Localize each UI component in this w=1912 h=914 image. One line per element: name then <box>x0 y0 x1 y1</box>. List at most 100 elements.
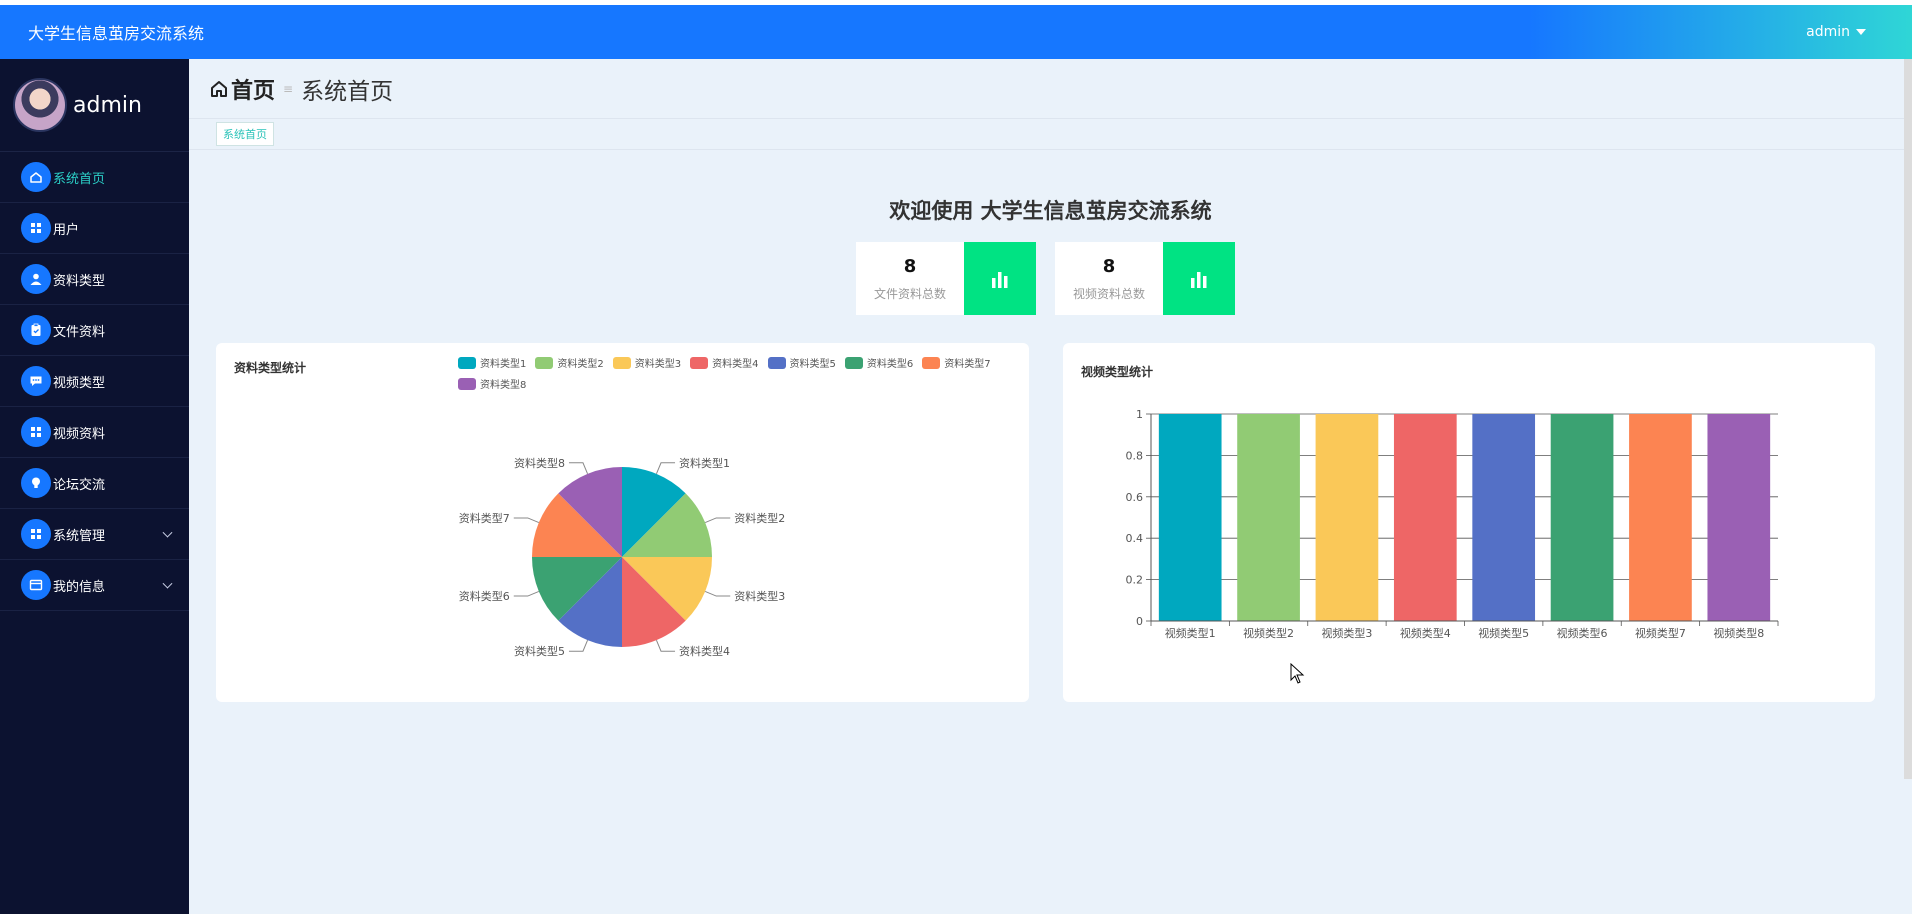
bar-chart: 0 0.2 0.4 0.6 0.8 1 视频类型1 视频类型2 视频类型3 视频类型4 视频类型5 视… <box>1126 408 1779 640</box>
pie-slice-label: 资料类型6 <box>459 589 510 603</box>
sidebar-item-label: 视频资料 <box>53 426 106 442</box>
caret-down-icon <box>1856 29 1866 35</box>
bar-chart-panel: 视频类型统计 0 0.2 0.4 0.6 0.8 1 视频类型1 视频类型2 视频类型3 视频类型… <box>1063 343 1875 702</box>
bar[interactable] <box>1158 414 1222 621</box>
stat-card-files: 8 文件资料总数 <box>856 242 1036 315</box>
avatar <box>13 78 67 132</box>
sidebar-item-1[interactable]: 用户 <box>0 203 189 254</box>
main-content: 首页 ≡ 系统首页 系统首页 欢迎使用 大学生信息茧房交流系统 8 文件资料总数… <box>189 59 1912 914</box>
bar[interactable] <box>1237 414 1300 621</box>
y-tick-label: 0.4 <box>1126 532 1144 545</box>
sidebar-item-3[interactable]: 文件资料 <box>0 305 189 356</box>
bulb-icon <box>21 468 51 498</box>
pie-label-line <box>704 517 731 524</box>
bar[interactable] <box>1707 414 1771 621</box>
breadcrumb-separator: ≡ <box>283 81 294 96</box>
sidebar-item-0[interactable]: 系统首页 <box>0 152 189 203</box>
x-tick-label: 视频类型6 <box>1557 626 1608 640</box>
bar-chart-icon <box>992 271 1008 288</box>
user-menu-label: admin <box>1806 24 1850 40</box>
pie-label-line <box>655 639 676 652</box>
home-icon <box>211 80 227 97</box>
card-icon <box>21 570 51 600</box>
pie-chart: 资料类型1 资料类型2 资料类型3 资料类型4 资料类型5 资料类型6 资料类型7 资料类型8 <box>459 456 785 658</box>
sidebar-item-label: 用户 <box>53 222 80 238</box>
y-tick-label: 1 <box>1136 408 1143 421</box>
sidebar-item-label: 论坛交流 <box>53 477 106 493</box>
breadcrumb: 首页 ≡ 系统首页 <box>189 59 1912 119</box>
sidebar-username: admin <box>73 92 142 118</box>
scrollbar[interactable] <box>1904 59 1912 779</box>
y-tick-label: 0 <box>1136 615 1143 628</box>
sidebar-item-label: 视频类型 <box>53 375 106 391</box>
y-tick-label: 0.6 <box>1126 491 1144 504</box>
x-tick-label: 视频类型4 <box>1400 626 1451 640</box>
stat-label: 视频资料总数 <box>1072 286 1145 301</box>
sidebar-item-8[interactable]: 我的信息 <box>0 560 189 611</box>
x-tick-label: 视频类型8 <box>1713 626 1764 640</box>
bar[interactable] <box>1472 414 1536 621</box>
chart-icon-box <box>1163 242 1235 315</box>
breadcrumb-home[interactable]: 首页 <box>209 73 275 105</box>
stat-value: 8 <box>903 255 917 277</box>
chart-icon-box <box>964 242 1036 315</box>
pie-label-line <box>655 462 676 475</box>
pie-label-line <box>513 517 540 524</box>
chevron-down-icon <box>162 527 173 538</box>
x-tick-label: 视频类型7 <box>1635 626 1686 640</box>
pie-slice-label: 资料类型7 <box>459 511 510 525</box>
grid-icon <box>21 519 51 549</box>
sidebar-item-5[interactable]: 视频资料 <box>0 407 189 458</box>
grid-icon <box>21 417 51 447</box>
home-icon <box>21 162 51 192</box>
sidebar-item-label: 系统首页 <box>53 171 106 187</box>
pie-slice-label: 资料类型1 <box>679 456 730 470</box>
breadcrumb-home-label: 首页 <box>231 78 276 104</box>
top-bar: 大学生信息茧房交流系统 admin <box>0 5 1912 59</box>
bar[interactable] <box>1629 414 1692 621</box>
mouse-cursor-icon <box>1290 663 1305 684</box>
pie-slice-label: 资料类型5 <box>514 644 565 658</box>
stat-card-videos: 8 视频资料总数 <box>1055 242 1235 315</box>
welcome-title: 欢迎使用 大学生信息茧房交流系统 <box>889 199 1212 223</box>
sidebar-item-6[interactable]: 论坛交流 <box>0 458 189 509</box>
clipboard-icon <box>21 315 51 345</box>
x-tick-label: 视频类型1 <box>1165 626 1216 640</box>
chat-icon <box>21 366 51 396</box>
sidebar-item-label: 系统管理 <box>53 528 106 544</box>
sidebar-profile: admin <box>0 59 189 152</box>
y-tick-label: 0.2 <box>1126 574 1144 587</box>
bar-chart-icon <box>1191 271 1207 288</box>
tab-home[interactable]: 系统首页 <box>216 122 274 146</box>
bar[interactable] <box>1315 414 1379 621</box>
pie-slice-label: 资料类型4 <box>679 644 730 658</box>
sidebar-item-7[interactable]: 系统管理 <box>0 509 189 560</box>
sidebar-item-label: 资料类型 <box>53 273 106 289</box>
user-menu[interactable]: admin <box>1806 24 1884 40</box>
pie-label-line <box>704 590 731 597</box>
x-tick-label: 视频类型2 <box>1243 626 1294 640</box>
breadcrumb-current: 系统首页 <box>301 78 394 105</box>
chevron-down-icon <box>162 578 173 589</box>
pie-label-line <box>568 639 589 652</box>
y-tick-label: 0.8 <box>1126 449 1144 462</box>
sidebar-item-2[interactable]: 资料类型 <box>0 254 189 305</box>
pie-label-line <box>568 462 589 475</box>
x-tick-label: 视频类型3 <box>1321 626 1372 640</box>
stat-value: 8 <box>1102 255 1116 277</box>
stat-label: 文件资料总数 <box>873 286 946 301</box>
tags-bar: 系统首页 <box>189 119 1912 150</box>
pie-label-line <box>513 590 540 597</box>
app-title: 大学生信息茧房交流系统 <box>28 24 205 43</box>
pie-chart-panel: 资料类型统计 资料类型1 资料类型2 资料类型3 资料类型4 资料类型5 资料类型6 资料类… <box>216 343 1029 702</box>
person-icon <box>21 264 51 294</box>
pie-slice-label: 资料类型8 <box>514 456 565 470</box>
pie-slice-label: 资料类型3 <box>734 589 785 603</box>
bar[interactable] <box>1393 414 1457 621</box>
sidebar-item-label: 我的信息 <box>53 579 106 595</box>
grid-icon <box>21 213 51 243</box>
x-tick-label: 视频类型5 <box>1478 626 1529 640</box>
sidebar: admin 系统首页用户资料类型文件资料视频类型视频资料论坛交流系统管理我的信息 <box>0 59 189 914</box>
bar[interactable] <box>1550 414 1614 621</box>
sidebar-item-4[interactable]: 视频类型 <box>0 356 189 407</box>
